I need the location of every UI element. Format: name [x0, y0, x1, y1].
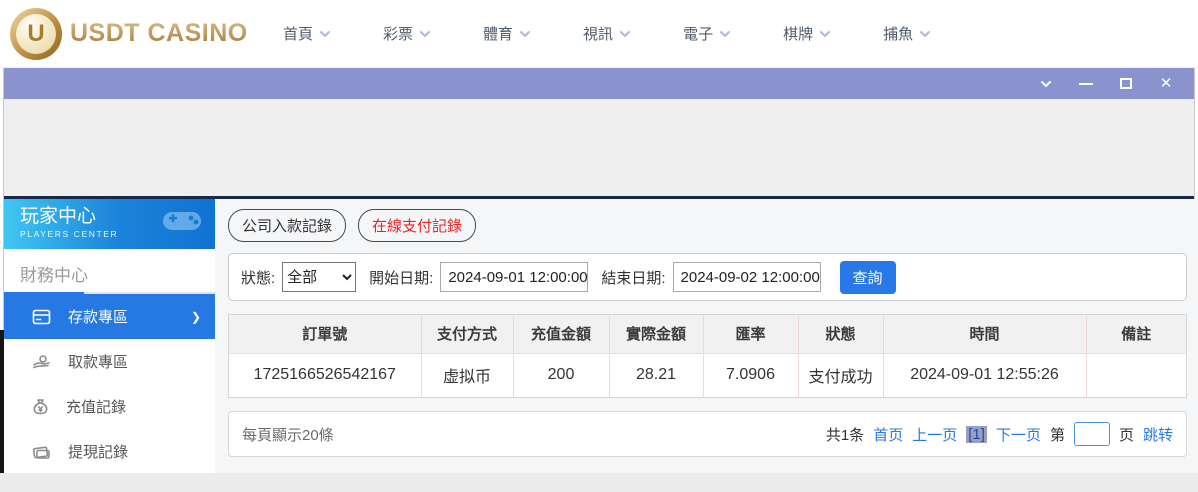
sidebar-item-label: 提現記錄: [68, 441, 128, 462]
cell-actual-amount: 28.21: [609, 353, 703, 397]
jump-prefix-label: 第: [1050, 424, 1065, 445]
logo-letter: U: [16, 14, 56, 54]
content-area: 公司入款記錄 在線支付記錄 狀態: 全部 開始日期: 結束日期: 查詢: [215, 199, 1198, 473]
page-bottom-strip: [0, 473, 1198, 492]
deposit-card-icon: [32, 309, 51, 325]
chevron-down-icon: [1040, 78, 1052, 90]
site-navbar: U USDT CASINO 首頁 彩票 體育 視訊 電子 棋牌 捕魚: [0, 0, 1198, 68]
cell-payment-method: 虚拟币: [421, 353, 513, 397]
maximize-icon: [1120, 78, 1132, 89]
hand-money-icon: [32, 354, 51, 370]
pager: 共1条 首页 上一页 [1] 下一页 第 页 跳转: [826, 422, 1173, 446]
nav-item-live[interactable]: 視訊: [583, 23, 631, 44]
col-time: 時間: [883, 315, 1086, 353]
cell-time: 2024-09-01 12:55:26: [883, 353, 1086, 397]
next-page-link[interactable]: 下一页: [996, 424, 1041, 445]
logo-text: USDT CASINO: [70, 19, 248, 48]
record-tabs: 公司入款記錄 在線支付記錄: [228, 209, 1187, 242]
records-table: 訂單號 支付方式 充值金額 實際金額 匯率 狀態 時間 備註 172516652: [228, 314, 1187, 398]
chevron-down-icon: [819, 28, 831, 40]
nav-item-slots[interactable]: 電子: [683, 23, 731, 44]
jump-button[interactable]: 跳转: [1143, 424, 1173, 445]
col-remark: 備註: [1086, 315, 1186, 353]
sidebar-item-deposit-zone[interactable]: 存款專區 ❯: [4, 294, 215, 339]
logo-coin-icon: U: [10, 8, 62, 60]
chevron-down-icon: [419, 28, 431, 40]
nav-item-lottery[interactable]: 彩票: [383, 23, 431, 44]
gamepad-icon: [159, 206, 205, 236]
status-label: 狀態:: [241, 267, 275, 288]
table-header-row: 訂單號 支付方式 充值金額 實際金額 匯率 狀態 時間 備註: [229, 315, 1186, 353]
wallet-icon: [32, 444, 51, 460]
cell-exchange-rate: 7.0906: [703, 353, 798, 397]
cell-status: 支付成功: [798, 353, 883, 397]
sidebar-item-withdraw-zone[interactable]: 取款專區: [4, 339, 215, 384]
nav-item-sports[interactable]: 體育: [483, 23, 531, 44]
table-row: 1725166526542167 虚拟币 200 28.21 7.0906 支付…: [229, 353, 1186, 397]
status-select[interactable]: 全部: [282, 262, 356, 292]
col-order-number: 訂單號: [229, 315, 421, 353]
start-date-input[interactable]: [440, 262, 588, 292]
cell-order-number: 1725166526542167: [229, 353, 421, 397]
pagination-bar: 每頁顯示20條 共1条 首页 上一页 [1] 下一页 第 页 跳转: [228, 411, 1187, 457]
site-logo[interactable]: U USDT CASINO: [10, 8, 255, 60]
chevron-down-icon: [719, 28, 731, 40]
sidebar-item-withdrawal-record[interactable]: 提現記錄: [4, 429, 215, 474]
filter-bar: 狀態: 全部 開始日期: 結束日期: 查詢: [228, 253, 1187, 301]
window-dropdown-button[interactable]: [1038, 76, 1054, 92]
cell-recharge-amount: 200: [513, 353, 609, 397]
chevron-down-icon: [919, 28, 931, 40]
player-center-window: ✕ 玩家中心 PLAYERS CENTER 財務中心: [3, 68, 1195, 473]
nav-item-fishing[interactable]: 捕魚: [883, 23, 931, 44]
window-titlebar: ✕: [4, 68, 1194, 99]
chevron-down-icon: [619, 28, 631, 40]
col-payment-method: 支付方式: [421, 315, 513, 353]
chevron-down-icon: [319, 28, 331, 40]
window-maximize-button[interactable]: [1118, 76, 1134, 92]
end-date-input[interactable]: [673, 262, 821, 292]
col-recharge-amount: 充值金額: [513, 315, 609, 353]
cell-remark: [1086, 353, 1186, 397]
sidebar-section-title: 財務中心: [4, 249, 215, 292]
sidebar-item-recharge-record[interactable]: 充值記錄: [4, 384, 215, 429]
minimize-icon: [1079, 83, 1093, 85]
sidebar-item-label: 充值記錄: [66, 396, 126, 417]
total-count: 共1条: [826, 424, 864, 445]
end-date-label: 結束日期:: [601, 267, 665, 288]
col-actual-amount: 實際金額: [609, 315, 703, 353]
main-nav: 首頁 彩票 體育 視訊 電子 棋牌 捕魚: [283, 23, 931, 44]
current-page-indicator: [1]: [966, 426, 987, 443]
sidebar-header: 玩家中心 PLAYERS CENTER: [4, 199, 215, 249]
chevron-right-icon: ❯: [191, 310, 201, 324]
prev-page-link[interactable]: 上一页: [912, 424, 957, 445]
col-exchange-rate: 匯率: [703, 315, 798, 353]
window-main: 玩家中心 PLAYERS CENTER 財務中心 存款專區: [4, 199, 1194, 473]
tab-company-deposit-record[interactable]: 公司入款記錄: [228, 209, 346, 242]
sidebar-item-label: 存款專區: [68, 306, 128, 327]
window-empty-area: [4, 99, 1194, 196]
jump-suffix-label: 页: [1119, 424, 1134, 445]
nav-item-cards[interactable]: 棋牌: [783, 23, 831, 44]
nav-item-home[interactable]: 首頁: [283, 23, 331, 44]
background-left-sliver: [0, 330, 4, 473]
sidebar: 玩家中心 PLAYERS CENTER 財務中心 存款專區: [4, 199, 215, 473]
money-bag-icon: [32, 398, 49, 415]
window-minimize-button[interactable]: [1078, 76, 1094, 92]
first-page-link[interactable]: 首页: [873, 424, 903, 445]
page-size-text: 每頁顯示20條: [242, 424, 334, 445]
col-status: 狀態: [798, 315, 883, 353]
window-close-button[interactable]: ✕: [1158, 76, 1174, 92]
jump-page-input[interactable]: [1074, 422, 1110, 446]
chevron-down-icon: [519, 28, 531, 40]
start-date-label: 開始日期:: [369, 267, 433, 288]
sidebar-item-label: 取款專區: [68, 351, 128, 372]
tab-online-payment-record[interactable]: 在線支付記錄: [358, 209, 476, 242]
query-button[interactable]: 查詢: [840, 261, 896, 294]
